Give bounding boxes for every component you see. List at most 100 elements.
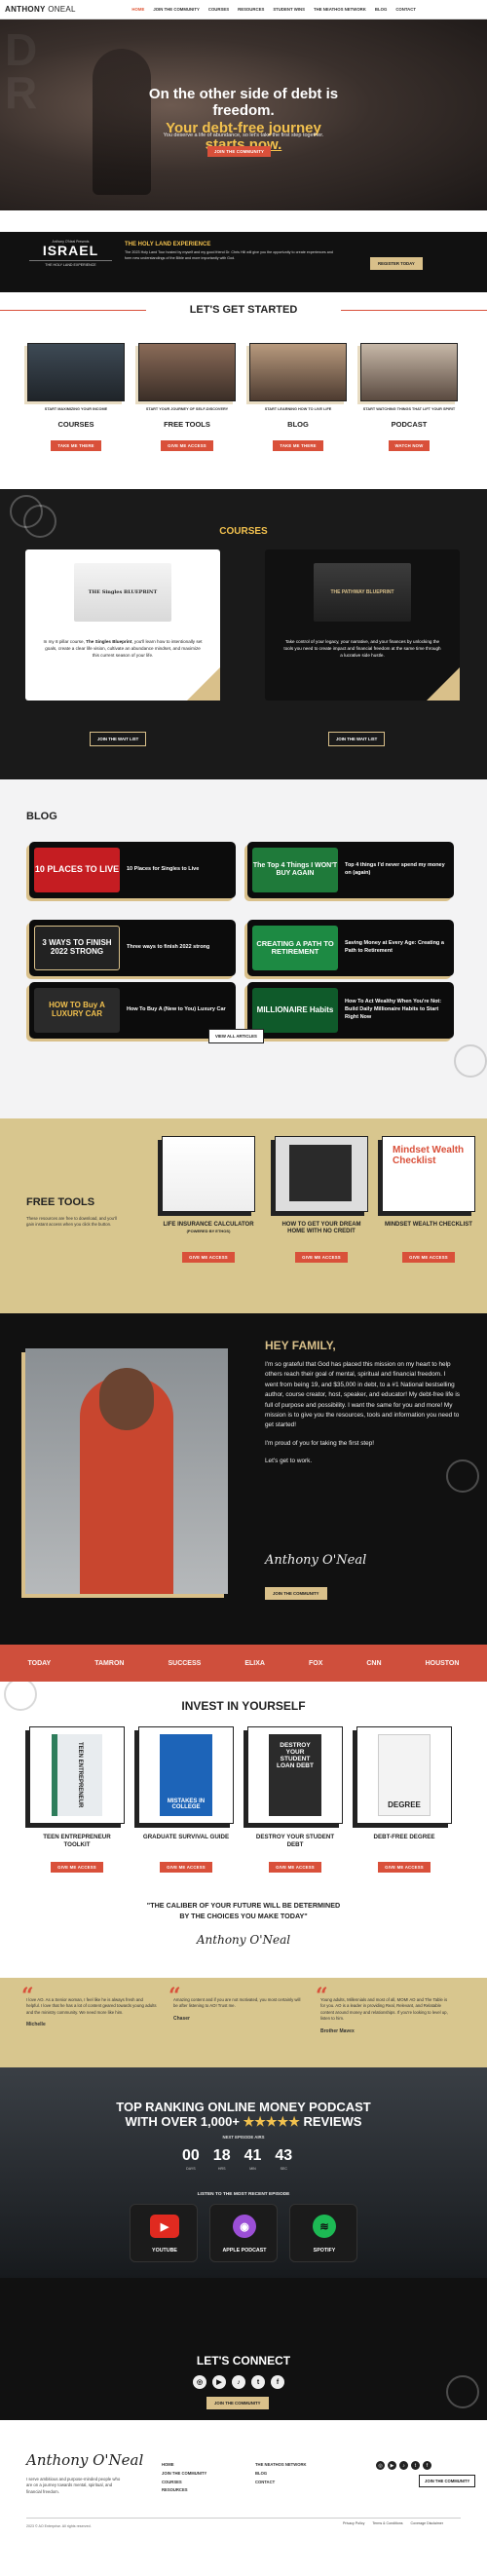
- inspirational-quote: "THE CALIBER OF YOUR FUTURE WILL BE DETE…: [146, 1901, 341, 1920]
- spotify-icon: ≋: [313, 2215, 336, 2238]
- blog-post-card[interactable]: CREATING A PATH TO RETIREMENT Saving Mon…: [247, 920, 454, 976]
- nav-resources[interactable]: RESOURCES: [238, 7, 264, 12]
- ao-watermark-icon: [446, 2375, 479, 2408]
- book-cover: MISTAKES IN COLLEGE: [138, 1726, 234, 1824]
- twitter-icon[interactable]: t: [251, 2375, 265, 2389]
- singles-join-wait-list-button[interactable]: JOIN THE WAIT LIST: [90, 732, 147, 746]
- debt-free-degree-give-me-access-button[interactable]: GIVE ME ACCESS: [378, 1862, 431, 1873]
- privacy-policy-link[interactable]: Privacy Policy: [343, 2521, 364, 2525]
- terms-link[interactable]: Terms & Conditions: [372, 2521, 402, 2525]
- footer-link-home[interactable]: HOME: [162, 2461, 206, 2470]
- course-card-pathway-blueprint[interactable]: THE PATHWAY BLUEPRINT Take control of yo…: [265, 549, 460, 701]
- blog-post-title[interactable]: Top 4 things I'd never spend my money on…: [345, 853, 450, 887]
- life-insurance-give-me-access-button[interactable]: GIVE ME ACCESS: [182, 1252, 235, 1263]
- coverage-disclaimer-link[interactable]: Coverage Disclaimer: [411, 2521, 443, 2525]
- connect-join-community-button[interactable]: JOIN THE COMMUNITY: [206, 2397, 269, 2409]
- nav-courses[interactable]: COURSES: [208, 7, 229, 12]
- blog-thumbnail: HOW TO Buy A LUXURY CAR: [34, 988, 120, 1033]
- social-links: ◎ ▶ ♪ t f: [193, 2375, 284, 2389]
- dream-home-give-me-access-button[interactable]: GIVE ME ACCESS: [295, 1252, 348, 1263]
- instagram-icon[interactable]: ◎: [376, 2461, 385, 2470]
- blog-post-title[interactable]: How To Buy A (New to You) Luxury Car: [127, 994, 232, 1027]
- blog-take-me-there-button[interactable]: TAKE ME THERE: [273, 440, 323, 451]
- testimonials-section: “ I love AO. As a Senior woman, I feel l…: [0, 1978, 487, 2067]
- tiktok-icon[interactable]: ♪: [399, 2461, 408, 2470]
- facebook-icon[interactable]: f: [423, 2461, 431, 2470]
- site-logo[interactable]: ANTHONY ONEAL: [5, 5, 76, 14]
- nav-contact[interactable]: CONTACT: [395, 7, 416, 12]
- blog-post-card[interactable]: MILLIONAIRE Habits How To Act Wealthy Wh…: [247, 982, 454, 1039]
- blog-post-title[interactable]: Three ways to finish 2022 strong: [127, 931, 232, 965]
- view-all-articles-button[interactable]: VIEW ALL ARTICLES: [208, 1029, 264, 1043]
- ao-watermark-icon: [446, 1459, 479, 1493]
- footer: Anthony O'Neal I serve ambitious and pur…: [0, 2420, 487, 2576]
- tool-mindset-wealth-checklist: Mindset Wealth Checklist MINDSET WEALTH …: [382, 1136, 475, 1264]
- holy-land-heading: THE HOLY LAND EXPERIENCE: [125, 242, 211, 247]
- instagram-icon[interactable]: ◎: [193, 2375, 206, 2389]
- blog-post-title[interactable]: How To Act Wealthy When You're Not: Buil…: [345, 994, 450, 1027]
- book-destroy-student-debt: DESTROY YOUR STUDENT LOAN DEBT DESTROY Y…: [247, 1726, 343, 1874]
- student-debt-give-me-access-button[interactable]: GIVE ME ACCESS: [269, 1862, 321, 1873]
- blog-post-card[interactable]: HOW TO Buy A LUXURY CAR How To Buy A (Ne…: [29, 982, 236, 1039]
- hero-section: DR On the other side of debt is freedom.…: [0, 19, 487, 210]
- youtube-button[interactable]: ▶ YOUTUBE: [130, 2204, 198, 2262]
- footer-social-links: ◎ ▶ ♪ t f: [376, 2461, 431, 2470]
- tiktok-icon[interactable]: ♪: [232, 2375, 245, 2389]
- nav-student-wins[interactable]: STUDENT WINS: [273, 7, 305, 12]
- nav-join-community[interactable]: JOIN THE COMMUNITY: [153, 7, 200, 12]
- footer-link-join-community[interactable]: JOIN THE COMMUNITY: [162, 2470, 206, 2479]
- nav-blog[interactable]: BLOG: [375, 7, 387, 12]
- section-title: LET'S CONNECT: [196, 2354, 291, 2368]
- nav-home[interactable]: HOME: [131, 7, 144, 12]
- youtube-icon[interactable]: ▶: [212, 2375, 226, 2389]
- footer-signature: Anthony O'Neal: [26, 2451, 144, 2469]
- blog-thumbnail: 10 PLACES TO LIVE: [34, 848, 120, 892]
- footer-link-resources[interactable]: RESOURCES: [162, 2486, 206, 2495]
- book-debt-free-degree: DEGREE DEBT-FREE DEGREE GIVE ME ACCESS: [356, 1726, 452, 1874]
- twitter-icon[interactable]: t: [411, 2461, 420, 2470]
- blog-post-title[interactable]: 10 Places for Singles to Live: [127, 853, 232, 887]
- family-join-community-button[interactable]: JOIN THE COMMUNITY: [265, 1587, 327, 1600]
- blog-post-card[interactable]: 10 PLACES TO LIVE 10 Places for Singles …: [29, 842, 236, 898]
- hero-join-community-button[interactable]: JOIN THE COMMUNITY: [207, 146, 272, 157]
- teen-toolkit-give-me-access-button[interactable]: GIVE ME ACCESS: [51, 1862, 103, 1873]
- tool-preview-image: [162, 1136, 255, 1212]
- graduate-guide-give-me-access-button[interactable]: GIVE ME ACCESS: [160, 1862, 212, 1873]
- youtube-icon[interactable]: ▶: [388, 2461, 396, 2470]
- footer-join-community-button[interactable]: JOIN THE COMMUNITY: [419, 2475, 476, 2487]
- blog-thumbnail: [249, 343, 347, 401]
- pathway-join-wait-list-button[interactable]: JOIN THE WAIT LIST: [328, 732, 386, 746]
- signature: Anthony O'Neal: [265, 1553, 367, 1568]
- start-card-blog: START LEARNING HOW TO LIVE LIFE BLOG TAK…: [249, 343, 347, 452]
- book-teen-entrepreneur: TEEN ENTREPRENEUR TEEN ENTREPRENEUR TOOL…: [29, 1726, 125, 1874]
- footer-link-courses[interactable]: COURSES: [162, 2479, 206, 2487]
- apple-podcast-button[interactable]: ◉ APPLE PODCAST: [209, 2204, 278, 2262]
- mindset-checklist-give-me-access-button[interactable]: GIVE ME ACCESS: [402, 1252, 455, 1263]
- testimonial: Amazing content and if you are not motiv…: [173, 1997, 301, 2022]
- tool-preview-image: Mindset Wealth Checklist: [382, 1136, 475, 1212]
- facebook-icon[interactable]: f: [271, 2375, 284, 2389]
- blog-post-title[interactable]: Saving Money at Every Age: Creating a Pa…: [345, 931, 450, 965]
- spotify-button[interactable]: ≋ SPOTIFY: [289, 2204, 357, 2262]
- course-card-singles-blueprint[interactable]: THE Singles BLUEPRINT In my 8 pillar cou…: [25, 549, 220, 701]
- press-logo: TAMRON: [94, 1659, 125, 1667]
- book-cover: DEGREE: [356, 1726, 452, 1824]
- book-title: DESTROY YOUR STUDENT DEBT: [255, 1834, 335, 1848]
- tool-preview-image: [275, 1136, 368, 1212]
- podcast-watch-now-button[interactable]: WATCH NOW: [388, 440, 431, 451]
- blog-post-card[interactable]: The Top 4 Things I WON'T BUY AGAIN Top 4…: [247, 842, 454, 898]
- register-today-button[interactable]: REGISTER TODAY: [370, 257, 423, 270]
- blog-post-card[interactable]: 3 WAYS TO FINISH 2022 STRONG Three ways …: [29, 920, 236, 976]
- section-title: FREE TOOLS: [26, 1196, 95, 1208]
- footer-link-blog[interactable]: BLOG: [255, 2470, 307, 2479]
- free-tools-section: FREE TOOLS These resources are free to d…: [0, 1118, 487, 1313]
- free-tools-description: These resources are free to download, an…: [26, 1216, 117, 1228]
- invest-in-yourself-section: INVEST IN YOURSELF TEEN ENTREPRENEUR TEE…: [0, 1682, 487, 2007]
- get-started-section: LET'S GET STARTED START MAXIMIZING YOUR …: [0, 292, 487, 489]
- footer-link-neathos-network[interactable]: THE NEATHOS NETWORK: [255, 2461, 307, 2470]
- footer-link-contact[interactable]: CONTACT: [255, 2479, 307, 2487]
- nav-neathos-network[interactable]: THE NEATHOS NETWORK: [314, 7, 366, 12]
- free-tools-give-me-access-button[interactable]: GIVE ME ACCESS: [161, 440, 213, 451]
- start-card-free-tools: START YOUR JOURNEY OF SELF-DISCOVERY FRE…: [138, 343, 236, 452]
- courses-take-me-there-button[interactable]: TAKE ME THERE: [51, 440, 101, 451]
